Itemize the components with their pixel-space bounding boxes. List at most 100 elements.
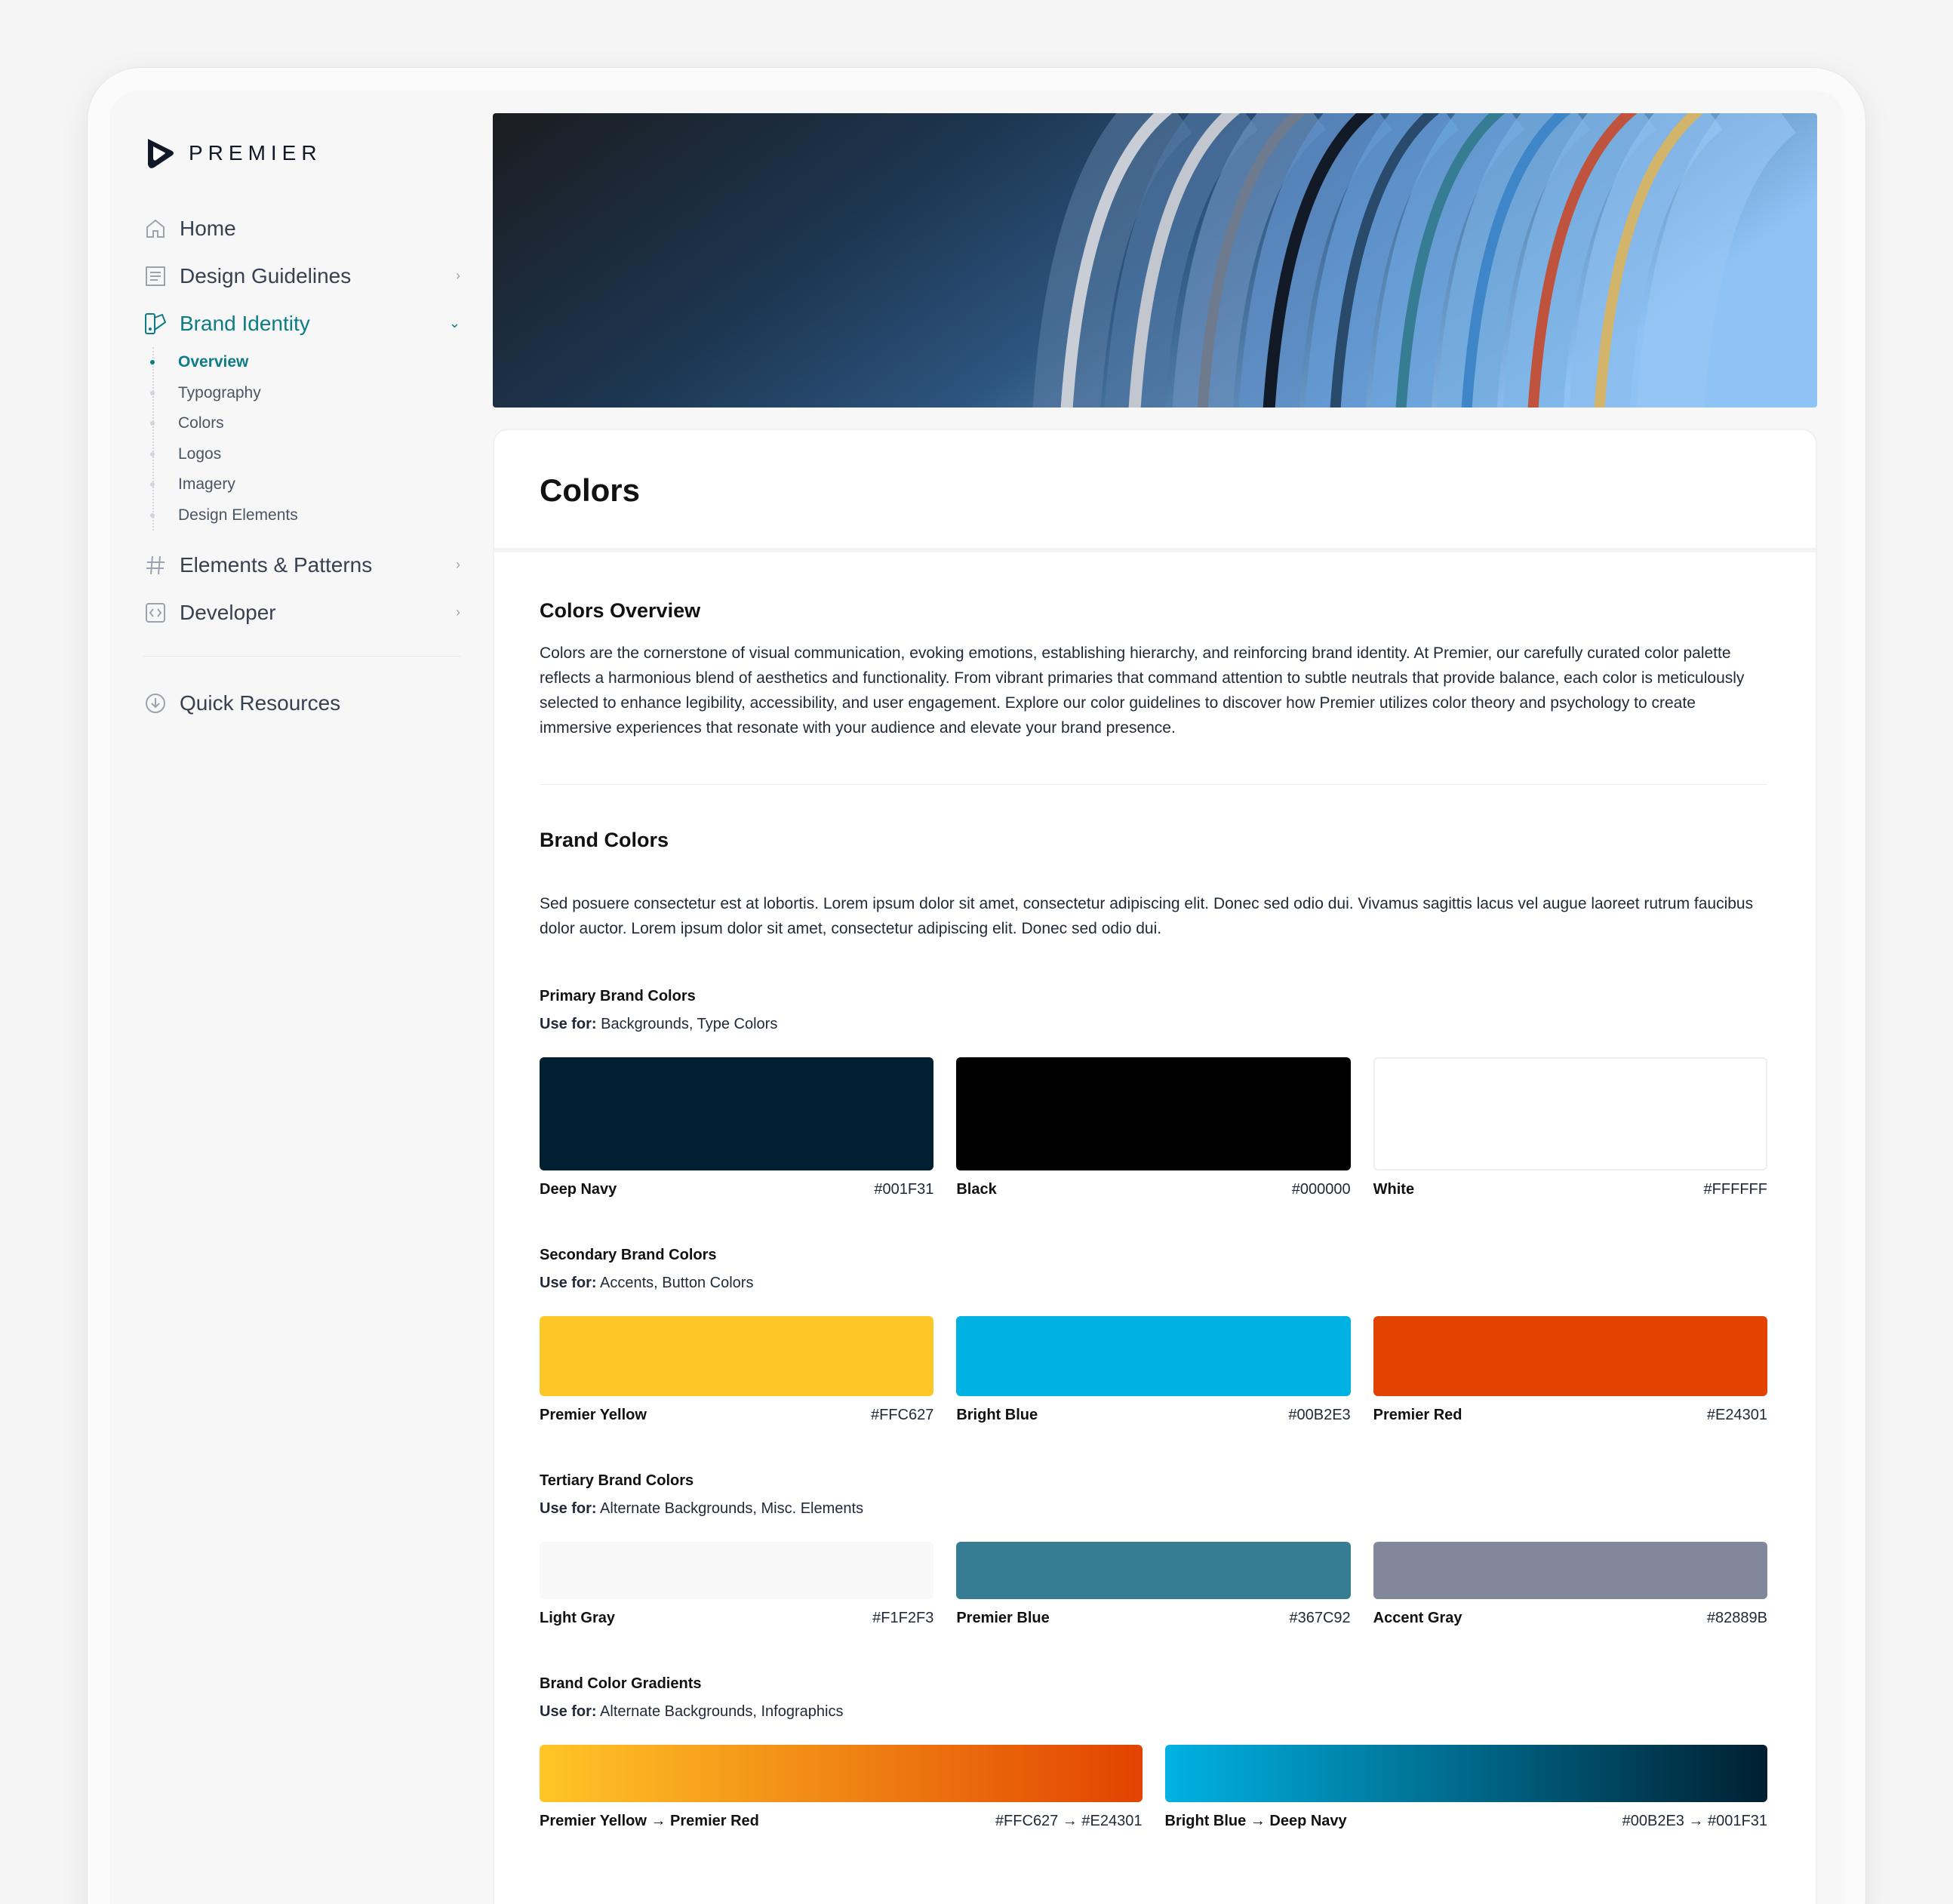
group-title-tertiary: Tertiary Brand Colors (540, 1472, 694, 1489)
color-swatch[interactable]: Black #000000 (956, 1057, 1351, 1198)
use-for-gradients: Use for: Alternate Backgrounds, Infograp… (540, 1703, 1767, 1721)
color-swatch[interactable]: White #FFFFFF (1373, 1057, 1767, 1198)
gradient-blue-navy (1164, 1745, 1767, 1802)
hash-icon (143, 553, 168, 577)
subitem-label: Typography (178, 383, 261, 401)
swatch-color-light-gray (540, 1542, 934, 1599)
swatch-hex: #E24301 (1706, 1407, 1767, 1423)
page-header: Colors (494, 430, 1816, 552)
sidebar-item-quick-resources[interactable]: Quick Resources (143, 679, 460, 727)
sidebar-subitem-colors[interactable]: Colors (150, 408, 460, 439)
page-title: Colors (540, 472, 641, 508)
swatch-color-black (956, 1057, 1351, 1170)
use-for-tertiary: Use for: Alternate Backgrounds, Misc. El… (540, 1500, 1767, 1518)
swatch-hex: #FFFFFF (1703, 1181, 1767, 1198)
swatch-color-premier-yellow (540, 1316, 934, 1396)
chevron-right-icon: › (456, 604, 460, 620)
swatch-hex: #001F31 (874, 1181, 934, 1198)
sidebar-item-label: Elements & Patterns (180, 552, 373, 577)
gradient-swatch[interactable]: Bright Blue → Deep Navy #00B2E3 → #001F31 (1164, 1745, 1767, 1830)
swatch-name: White (1373, 1181, 1415, 1198)
color-swatch[interactable]: Bright Blue #00B2E3 (956, 1316, 1351, 1424)
swatch-name: Black (956, 1181, 997, 1198)
swatch-color-deep-navy (540, 1057, 934, 1170)
swatch-name: Deep Navy (540, 1181, 617, 1198)
sidebar-subitem-design-elements[interactable]: Design Elements (150, 500, 460, 531)
sidebar-item-label: Quick Resources (180, 691, 341, 715)
premier-logo-icon (148, 139, 174, 168)
color-swatch[interactable]: Premier Red #E24301 (1373, 1316, 1767, 1424)
color-swatch[interactable]: Premier Blue #367C92 (956, 1542, 1351, 1627)
subitem-label: Imagery (178, 475, 235, 494)
subitem-label: Logos (178, 444, 222, 463)
swatch-hex: #00B2E3 (1288, 1407, 1351, 1423)
gradient-swatch[interactable]: Premier Yellow → Premier Red #FFC627 → #E… (540, 1745, 1143, 1830)
subitem-label: Overview (178, 353, 249, 371)
sidebar-item-brand-identity[interactable]: Brand Identity ⌄ (143, 300, 460, 347)
swatch-hex: #82889B (1706, 1610, 1767, 1626)
sidebar-item-developer[interactable]: Developer › (143, 589, 460, 636)
swatch-name: Bright Blue (956, 1407, 1038, 1423)
swatch-name: Premier Blue (956, 1610, 1050, 1626)
use-for-label: Use for: (540, 1500, 597, 1517)
swatch-hex: #000000 (1291, 1181, 1351, 1198)
page-body: Colors Overview Colors are the cornersto… (494, 599, 1816, 1830)
sidebar-subitem-imagery[interactable]: Imagery (150, 469, 460, 500)
chevron-right-icon: › (456, 557, 460, 572)
color-swatch[interactable]: Premier Yellow #FFC627 (540, 1316, 934, 1424)
hero-arcs-image (493, 113, 1817, 408)
group-title-gradients: Brand Color Gradients (540, 1675, 702, 1692)
color-swatch[interactable]: Accent Gray #82889B (1373, 1542, 1767, 1627)
bullet-icon (150, 390, 155, 395)
swatch-name: Bright Blue → Deep Navy (1164, 1813, 1347, 1829)
use-for-label: Use for: (540, 1016, 597, 1032)
section-divider (540, 784, 1767, 785)
use-for-primary: Use for: Backgrounds, Type Colors (540, 1016, 1767, 1033)
swatch-hex: #00B2E3 → #001F31 (1622, 1813, 1767, 1829)
use-for-label: Use for: (540, 1703, 597, 1720)
swatch-hex: #367C92 (1289, 1610, 1351, 1626)
sidebar-subitem-logos[interactable]: Logos (150, 439, 460, 470)
swatch-color-accent-gray (1373, 1542, 1767, 1599)
bullet-icon (150, 512, 155, 518)
swatch-hex: #F1F2F3 (872, 1610, 934, 1626)
color-swatch[interactable]: Light Gray #F1F2F3 (540, 1542, 934, 1627)
bullet-icon (150, 421, 155, 426)
sidebar-item-elements-patterns[interactable]: Elements & Patterns › (143, 541, 460, 589)
brand-logo[interactable]: PREMIER (143, 132, 460, 174)
swatch-color-bright-blue (956, 1316, 1351, 1396)
gradient-yellow-red (540, 1745, 1143, 1802)
use-for-value: Accents, Button Colors (596, 1275, 754, 1291)
sidebar-subitem-typography[interactable]: Typography (150, 378, 460, 409)
sidebar-item-label: Brand Identity (180, 311, 310, 335)
swatch-row-secondary: Premier Yellow #FFC627 Bright Blue #00B2E3… (540, 1316, 1767, 1424)
swatch-name: Premier Yellow → Premier Red (540, 1813, 759, 1829)
swatch-hex: #FFC627 → #E24301 (995, 1813, 1143, 1829)
overview-paragraph: Colors are the cornerstone of visual com… (540, 644, 1745, 737)
chevron-right-icon: › (456, 268, 460, 283)
use-for-value: Alternate Backgrounds, Infographics (596, 1703, 844, 1720)
swatch-row-gradients: Premier Yellow → Premier Red #FFC627 → #E… (540, 1745, 1767, 1830)
sidebar-item-design-guidelines[interactable]: Design Guidelines › (143, 252, 460, 300)
use-for-secondary: Use for: Accents, Button Colors (540, 1275, 1767, 1292)
sidebar-subnav: Overview Typography Colors Logos Imagery… (150, 347, 460, 531)
sidebar-item-home[interactable]: Home (143, 205, 460, 252)
swatch-hex: #FFC627 (870, 1407, 934, 1423)
swatch-name: Light Gray (540, 1610, 616, 1626)
color-swatch[interactable]: Deep Navy #001F31 (540, 1057, 934, 1198)
sidebar-subitem-overview[interactable]: Overview (150, 347, 460, 378)
sidebar-item-label: Design Guidelines (180, 263, 352, 288)
document-icon (143, 264, 168, 288)
section-heading-brand-colors: Brand Colors (540, 829, 669, 851)
swatch-name: Accent Gray (1373, 1610, 1462, 1626)
bullet-icon (150, 482, 155, 488)
swatch-name: Premier Yellow (540, 1407, 647, 1423)
brand-colors-paragraph: Sed posuere consectetur est at lobortis.… (540, 895, 1754, 937)
sidebar-divider (143, 656, 460, 657)
subitem-label: Colors (178, 414, 224, 432)
code-icon (143, 601, 168, 625)
use-for-value: Backgrounds, Type Colors (596, 1016, 778, 1032)
chevron-down-icon: ⌄ (448, 315, 460, 331)
swatch-color-premier-red (1373, 1316, 1767, 1396)
sidebar-item-label: Developer (180, 600, 276, 624)
